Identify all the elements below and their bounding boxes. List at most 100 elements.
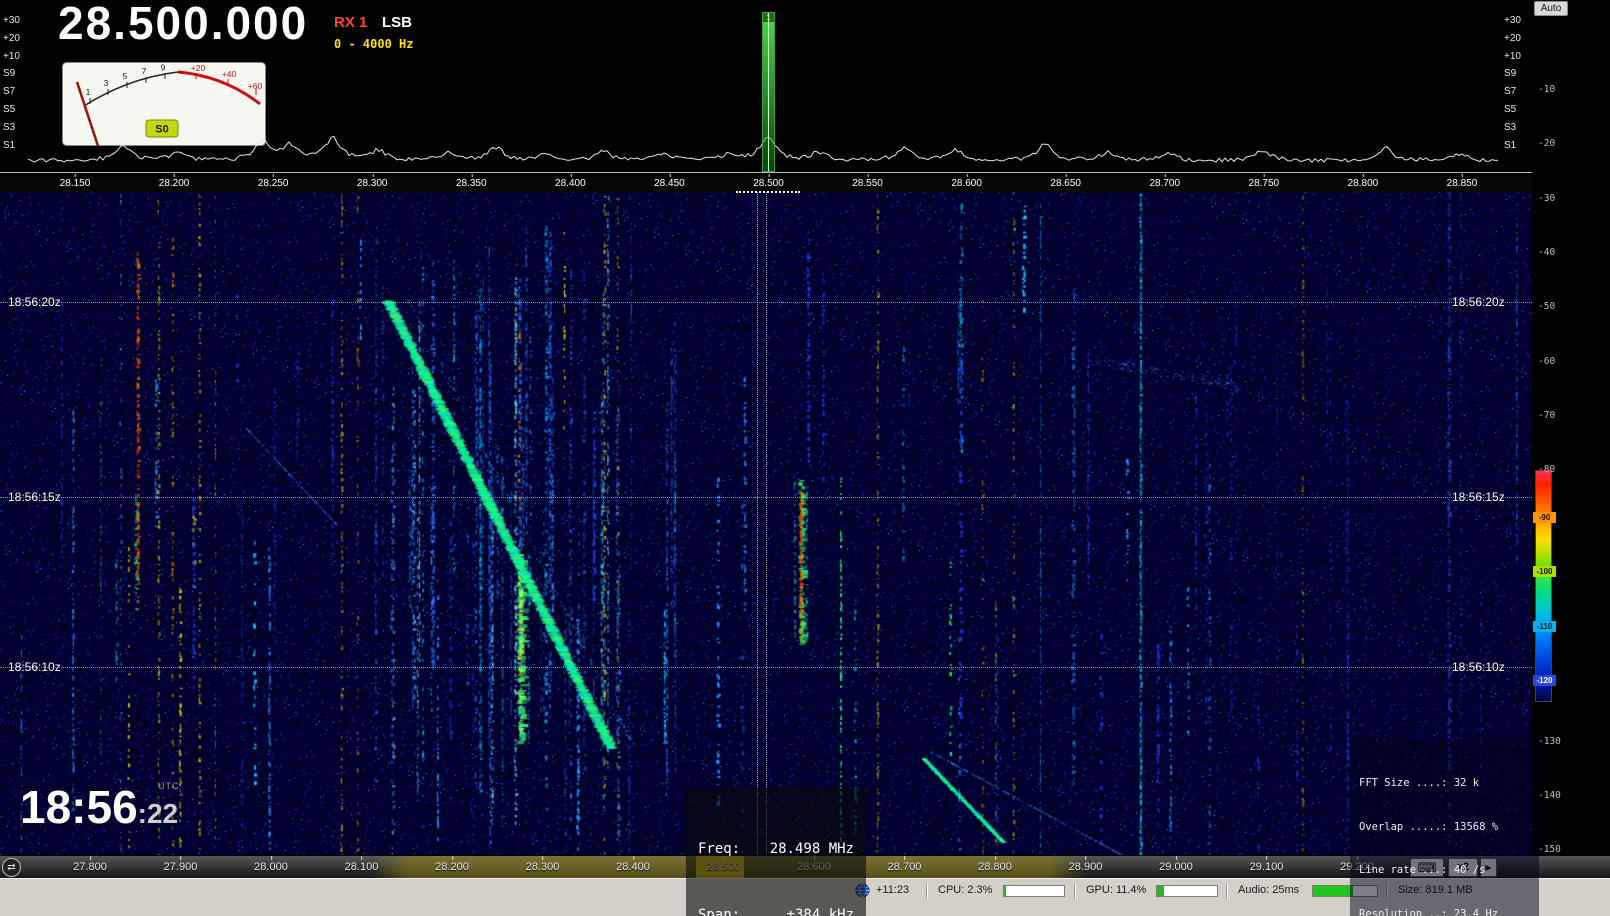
- utc-offset: +11:23: [876, 884, 909, 896]
- sdr-console-window: +30+20+10S9S7S5S3S1 +30+20+10S9S7S5S3S1 …: [0, 0, 1610, 916]
- waterfall-colorbar[interactable]: -90-100-110-120: [1535, 470, 1552, 702]
- db-scale-label: S5: [1504, 104, 1516, 115]
- freq-tick-label: 28.750: [1249, 178, 1280, 189]
- timestamp-label: 18:56:10z: [8, 660, 61, 674]
- nav-tick-label: 28.900: [1069, 861, 1103, 873]
- nav-tick-label: 28.200: [435, 861, 469, 873]
- db-tick-label: -10: [1538, 84, 1555, 95]
- db-tick-label: -50: [1538, 301, 1555, 312]
- db-axis-strip: Auto -90-100-110-120 -10-20-30-40-50-60-…: [1532, 0, 1610, 855]
- overlay-freq-label: Freq:: [698, 838, 750, 860]
- freq-tick-label: 28.400: [555, 178, 586, 189]
- db-tick-label: -30: [1538, 193, 1555, 204]
- tuning-marker[interactable]: 1: [762, 12, 775, 172]
- nav-tick-label: 28.100: [345, 861, 379, 873]
- nav-tick-label: 29.100: [1250, 861, 1284, 873]
- info-line: Resolution ..: 23.4 Hz: [1359, 907, 1530, 916]
- info-line: Line rate ...: 40 /s: [1359, 863, 1530, 878]
- freq-tick-label: 28.200: [159, 178, 190, 189]
- overlay-freq-value: 28.498 MHz: [750, 838, 854, 860]
- db-scale-label: S7: [3, 86, 15, 97]
- tuned-frequency-dots: [736, 189, 800, 193]
- gpu-bar: [1156, 885, 1218, 897]
- spectrum-left-scale: +30 +20 +10 S9 S7 S5 S3 S1: [3, 0, 29, 174]
- clock-hours-minutes: 18:56: [20, 781, 138, 833]
- statusbar-separator: [1226, 883, 1227, 899]
- cpu-usage: CPU: 2.3%: [938, 884, 992, 896]
- statusbar-separator: [1074, 883, 1075, 899]
- freq-tick-label: 28.250: [258, 178, 289, 189]
- timestamp-label: 18:56:20z: [8, 295, 61, 309]
- overlay-span-label: Span:: [698, 904, 750, 916]
- freq-tick-label: 28.850: [1447, 178, 1478, 189]
- db-scale-label: S7: [1504, 86, 1516, 97]
- db-tick-label: -80: [1538, 464, 1555, 475]
- freq-tick-label: 28.300: [357, 178, 388, 189]
- db-scale-label: +20: [3, 33, 20, 44]
- spectrum-baseline: [0, 172, 1532, 173]
- overlay-span-value: ±384 kHz: [750, 904, 854, 916]
- db-scale-label: +10: [3, 51, 20, 62]
- timestamp-label: 18:56:20z: [1452, 295, 1505, 309]
- info-line: Overlap .....: 13568 %: [1359, 820, 1530, 835]
- colorbar-label: -120: [1533, 675, 1556, 686]
- db-scale-label: S5: [3, 104, 15, 115]
- colorbar-label: -90: [1533, 512, 1556, 523]
- db-scale-label: +30: [3, 15, 20, 26]
- clock-seconds: :22: [138, 798, 178, 829]
- spectrum-right-scale: +30 +20 +10 S9 S7 S5 S3 S1: [1504, 0, 1530, 174]
- auto-range-button[interactable]: Auto: [1534, 1, 1568, 16]
- nav-tick-label: 28.400: [616, 861, 650, 873]
- db-scale-label: +10: [1504, 51, 1521, 62]
- db-scale-label: +20: [1504, 33, 1521, 44]
- freq-tick-label: 28.800: [1348, 178, 1379, 189]
- db-tick-label: -150: [1538, 844, 1561, 855]
- tuning-marker-number: 1: [763, 13, 774, 22]
- db-tick-label: -130: [1538, 736, 1561, 747]
- nav-tick-label: 28.700: [888, 861, 922, 873]
- nav-tick-label: 27.800: [73, 861, 107, 873]
- db-scale-label: S9: [3, 68, 15, 79]
- timestamp-label: 18:56:15z: [8, 490, 61, 504]
- db-tick-label: -40: [1538, 247, 1555, 258]
- waterfall-info-panel: FFT Size ....: 32 k Overlap .....: 13568…: [1350, 740, 1539, 916]
- freq-tick-label: 28.500: [753, 178, 784, 189]
- db-scale-label: S3: [3, 122, 15, 133]
- db-scale-label: S3: [1504, 122, 1516, 133]
- cpu-bar: [1003, 885, 1065, 897]
- freq-tick-label: 28.350: [456, 178, 487, 189]
- db-tick-label: -60: [1538, 356, 1555, 367]
- clock-utc-label: UTC: [158, 781, 180, 791]
- statusbar-separator: [926, 883, 927, 899]
- audio-latency: Audio: 25ms: [1238, 884, 1299, 896]
- nav-tick-label: 29.000: [1159, 861, 1193, 873]
- db-scale-label: S1: [3, 140, 15, 151]
- db-tick-label: -20: [1538, 138, 1555, 149]
- pan-icon[interactable]: ⇄: [2, 858, 21, 877]
- db-scale-label: S9: [1504, 68, 1516, 79]
- db-scale-label: +30: [1504, 15, 1521, 26]
- nav-tick-label: 28.800: [978, 861, 1012, 873]
- colorbar-label: -100: [1533, 566, 1556, 577]
- freq-tick-label: 28.150: [60, 178, 91, 189]
- freq-tick-label: 28.450: [654, 178, 685, 189]
- info-line: FFT Size ....: 32 k: [1359, 776, 1530, 791]
- spectrum-panel[interactable]: +30+20+10S9S7S5S3S1 +30+20+10S9S7S5S3S1 …: [0, 0, 1610, 192]
- colorbar-label: -110: [1533, 621, 1556, 632]
- db-tick-label: -70: [1538, 410, 1555, 421]
- db-scale-label: S1: [1504, 140, 1516, 151]
- freq-span-overlay: Freq:28.498 MHz Span:±384 kHz: [686, 788, 866, 916]
- freq-tick-label: 28.550: [852, 178, 883, 189]
- db-tick-label: -140: [1538, 790, 1561, 801]
- freq-tick-label: 28.650: [1050, 178, 1081, 189]
- nav-tick-label: 27.900: [164, 861, 198, 873]
- tuned-frequency-line: [757, 192, 759, 855]
- timestamp-label: 18:56:15z: [1452, 490, 1505, 504]
- nav-tick-label: 28.300: [526, 861, 560, 873]
- gpu-usage: GPU: 11.4%: [1086, 884, 1146, 896]
- nav-tick-label: 28.000: [254, 861, 288, 873]
- tuned-frequency-line: [766, 192, 768, 855]
- freq-tick-label: 28.700: [1149, 178, 1180, 189]
- utc-clock: 18:56:22 UTC: [20, 780, 178, 838]
- freq-tick-label: 28.600: [951, 178, 982, 189]
